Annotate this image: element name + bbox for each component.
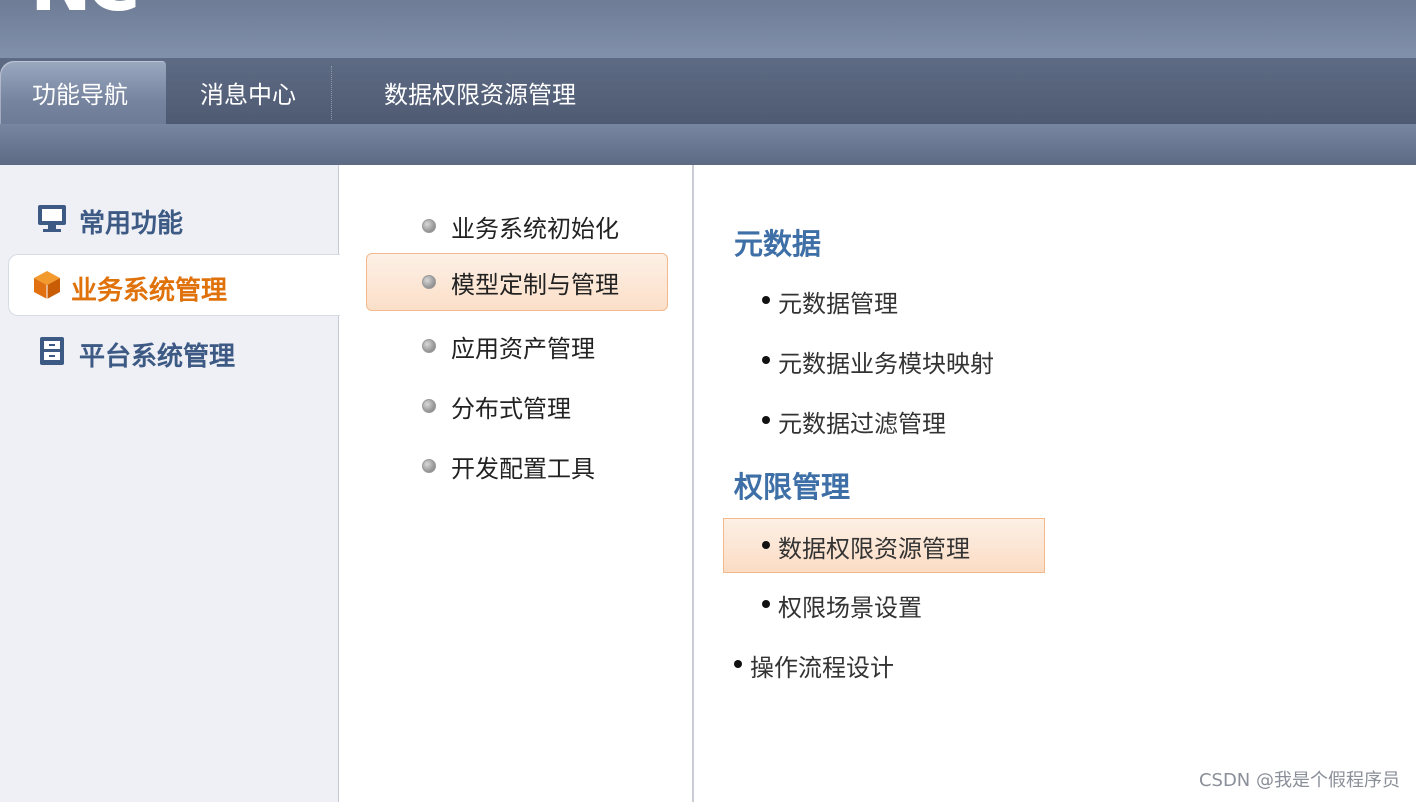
bullet-icon: [762, 416, 770, 424]
bullet-icon: [762, 296, 770, 304]
menu-item-application-asset-management[interactable]: 应用资产管理: [366, 317, 668, 375]
link-metadata-module-mapping[interactable]: 元数据业务模块映射: [724, 334, 1044, 388]
sidebar-item-common-functions[interactable]: 常用功能: [0, 190, 339, 248]
tab-message-center[interactable]: 消息中心: [200, 58, 296, 126]
menu-item-label: 开发配置工具: [451, 455, 595, 483]
bullet-icon: [422, 275, 436, 289]
link-label: 操作流程设计: [750, 654, 894, 682]
bullet-icon: [734, 660, 742, 668]
menu-item-business-system-init[interactable]: 业务系统初始化: [366, 197, 668, 255]
link-label: 权限场景设置: [778, 594, 922, 622]
watermark: CSDN @我是个假程序员: [1198, 770, 1400, 791]
menu-item-label: 模型定制与管理: [451, 271, 619, 299]
link-label: 元数据业务模块映射: [778, 350, 994, 378]
section-title-permission-management: 权限管理: [734, 470, 851, 504]
monitor-icon: [37, 203, 67, 233]
cube-icon: [32, 270, 62, 300]
link-label: 元数据管理: [778, 290, 898, 318]
sidebar-item-label: 常用功能: [79, 209, 184, 239]
link-data-permission-resource-management[interactable]: 数据权限资源管理: [723, 518, 1045, 573]
bullet-icon: [762, 541, 770, 549]
tab-data-permission-resource[interactable]: 数据权限资源管理: [384, 58, 576, 126]
link-metadata-management[interactable]: 元数据管理: [724, 274, 1044, 328]
link-label: 数据权限资源管理: [778, 535, 970, 563]
link-label: 元数据过滤管理: [778, 410, 946, 438]
left-sidebar: 常用功能 业务系统管理 平台系统管理: [0, 165, 340, 802]
menu-item-dev-config-tools[interactable]: 开发配置工具: [366, 437, 668, 495]
sidebar-item-label: 业务系统管理: [71, 276, 228, 306]
menu-item-model-customization[interactable]: 模型定制与管理: [366, 253, 668, 311]
app-logo: NC: [30, 0, 140, 22]
bullet-icon: [422, 339, 436, 353]
tab-function-nav[interactable]: 功能导航: [0, 61, 166, 127]
sidebar-item-business-system-management[interactable]: 业务系统管理: [8, 254, 340, 316]
content-panel: 元数据 元数据管理 元数据业务模块映射 元数据过滤管理 权限管理 数据权限资源管…: [696, 165, 1416, 802]
tab-bar: 功能导航 消息中心 数据权限资源管理: [0, 58, 1416, 127]
cabinet-icon: [37, 336, 67, 366]
bullet-icon: [422, 459, 436, 473]
bullet-icon: [422, 219, 436, 233]
sidebar-item-label: 平台系统管理: [79, 342, 236, 372]
sidebar-item-platform-system-management[interactable]: 平台系统管理: [0, 324, 339, 382]
link-operation-workflow-design[interactable]: 操作流程设计: [696, 638, 1016, 692]
link-metadata-filter-management[interactable]: 元数据过滤管理: [724, 394, 1044, 448]
tab-separator: [331, 66, 332, 120]
app-header: NC: [0, 0, 1416, 58]
middle-menu: 业务系统初始化 模型定制与管理 应用资产管理 分布式管理 开发配置工具: [340, 165, 694, 802]
section-title-metadata: 元数据: [734, 227, 822, 261]
menu-item-label: 应用资产管理: [451, 335, 595, 363]
menu-item-label: 分布式管理: [451, 395, 571, 423]
link-permission-scenario-settings[interactable]: 权限场景设置: [724, 578, 1044, 632]
sub-toolbar-strip: [0, 124, 1416, 165]
bullet-icon: [762, 356, 770, 364]
bullet-icon: [422, 399, 436, 413]
menu-item-label: 业务系统初始化: [451, 215, 619, 243]
menu-item-distributed-management[interactable]: 分布式管理: [366, 377, 668, 435]
bullet-icon: [762, 600, 770, 608]
